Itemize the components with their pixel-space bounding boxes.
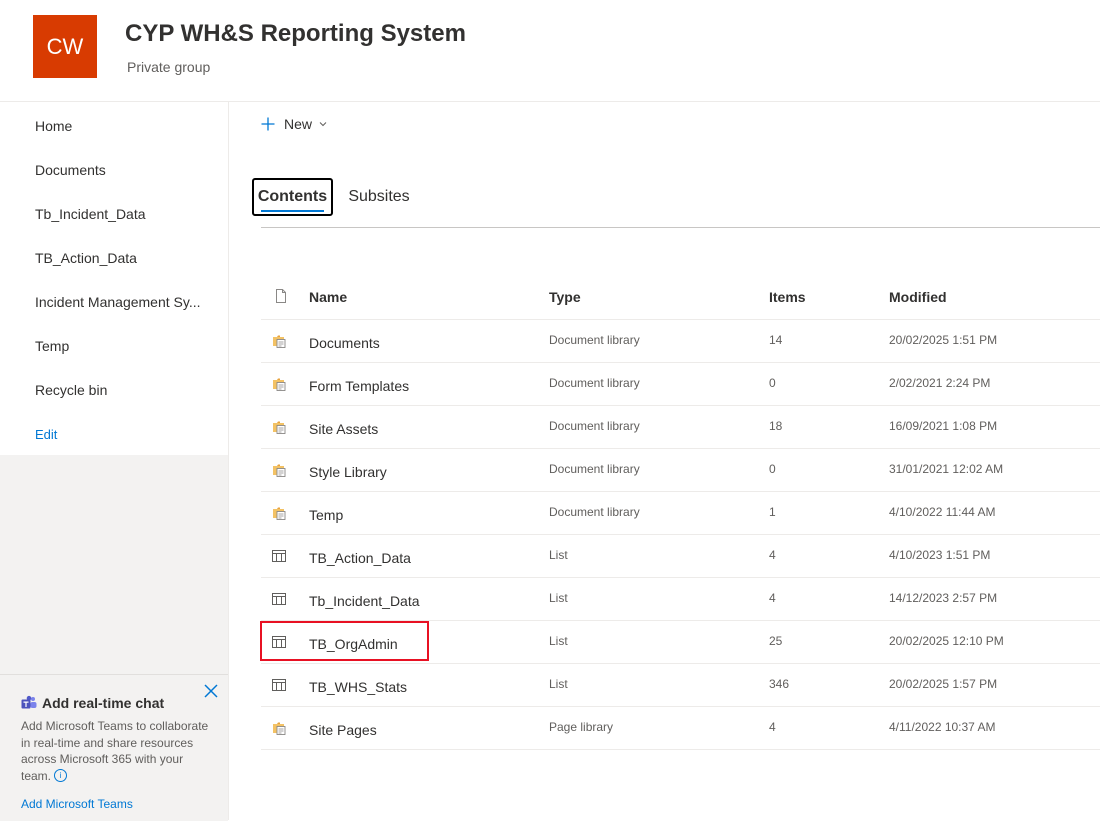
table-row[interactable]: Documents Document library 14 20/02/2025 1:… (261, 319, 1100, 362)
column-header-items[interactable]: Items (769, 289, 806, 305)
item-count: 346 (769, 677, 790, 691)
info-icon[interactable]: i (54, 768, 68, 782)
item-modified: 4/11/2022 10:37 AM (889, 720, 996, 734)
column-header-type[interactable]: Type (549, 289, 581, 305)
table-row[interactable]: Style Library Document library 0 31/01/2021… (261, 448, 1100, 491)
nav-item-recycle-bin[interactable]: Recycle bin (35, 382, 215, 398)
item-modified: 20/02/2025 12:10 PM (889, 634, 1004, 648)
library-icon (273, 378, 286, 391)
item-type: List (549, 634, 568, 648)
nav-item-temp[interactable]: Temp (35, 338, 215, 354)
item-name[interactable]: Style Library (309, 464, 387, 480)
item-type: Document library (549, 419, 640, 433)
item-count: 25 (769, 634, 783, 648)
close-icon[interactable] (203, 683, 219, 699)
teams-icon (21, 695, 37, 709)
item-count: 4 (769, 720, 776, 734)
plus-icon (261, 117, 275, 131)
active-tab-indicator (261, 210, 324, 212)
item-name[interactable]: TB_WHS_Stats (309, 679, 407, 695)
nav-item-tb-incident-data[interactable]: Tb_Incident_Data (35, 206, 215, 222)
item-modified: 31/01/2021 12:02 AM (889, 462, 1004, 476)
item-count: 4 (769, 591, 776, 605)
add-microsoft-teams-link[interactable]: Add Microsoft Teams (21, 797, 133, 811)
item-type: List (549, 548, 568, 562)
new-button-label: New (284, 116, 313, 132)
list-icon (272, 636, 286, 648)
chat-card-title: Add real-time chat (21, 695, 164, 711)
item-modified: 2/02/2021 2:24 PM (889, 376, 991, 390)
chat-card-body: Add Microsoft Teams to collaborate in re… (21, 718, 211, 784)
library-icon (273, 464, 286, 477)
tab-divider (261, 227, 1100, 228)
item-count: 18 (769, 419, 783, 433)
item-name[interactable]: Site Assets (309, 421, 378, 437)
item-modified: 20/02/2025 1:51 PM (889, 333, 998, 347)
site-logo[interactable]: CW (33, 15, 97, 78)
item-count: 0 (769, 376, 776, 390)
left-navigation: Home Documents Tb_Incident_Data TB_Actio… (0, 102, 229, 821)
nav-item-documents[interactable]: Documents (35, 162, 215, 178)
table-row[interactable]: TB_Action_Data List 4 4/10/2023 1:51 PM (261, 534, 1100, 577)
table-row[interactable]: Site Assets Document library 18 16/09/2021 … (261, 405, 1100, 448)
item-name[interactable]: Tb_Incident_Data (309, 593, 420, 609)
table-row[interactable]: Tb_Incident_Data List 4 14/12/2023 2:57 PM (261, 577, 1100, 620)
new-button[interactable]: New (261, 114, 327, 134)
item-name[interactable]: TB_Action_Data (309, 550, 411, 566)
library-icon (273, 507, 286, 520)
site-header: CW CYP WH&S Reporting System Private gro… (0, 0, 1100, 102)
item-name[interactable]: TB_OrgAdmin (309, 636, 398, 652)
item-name[interactable]: Documents (309, 335, 380, 351)
table-bottom-border (261, 749, 1100, 750)
item-count: 14 (769, 333, 783, 347)
tab-contents[interactable]: Contents (252, 178, 333, 216)
library-icon (273, 335, 286, 348)
table-row[interactable]: TB_WHS_Stats List 346 20/02/2025 1:57 PM (261, 663, 1100, 706)
item-name[interactable]: Site Pages (309, 722, 377, 738)
item-count: 0 (769, 462, 776, 476)
nav-list: Home Documents Tb_Incident_Data TB_Actio… (0, 102, 228, 455)
table-row[interactable]: Form Templates Document library 0 2/02/2021… (261, 362, 1100, 405)
item-modified: 4/10/2023 1:51 PM (889, 548, 991, 562)
item-type: Document library (549, 333, 640, 347)
item-modified: 16/09/2021 1:08 PM (889, 419, 998, 433)
nav-edit-link[interactable]: Edit (35, 427, 215, 442)
list-icon (272, 679, 286, 691)
tab-subsites[interactable]: Subsites (344, 178, 414, 216)
item-modified: 14/12/2023 2:57 PM (889, 591, 998, 605)
chat-card-title-text: Add real-time chat (42, 695, 165, 711)
nav-item-home[interactable]: Home (35, 118, 215, 134)
item-count: 4 (769, 548, 776, 562)
table-row[interactable]: TB_OrgAdmin List 25 20/02/2025 12:10 PM (261, 620, 1100, 663)
nav-item-tb-action-data[interactable]: TB_Action_Data (35, 250, 215, 266)
list-icon (272, 593, 286, 605)
item-name[interactable]: Temp (309, 507, 343, 523)
item-modified: 20/02/2025 1:57 PM (889, 677, 998, 691)
tab-subsites-label: Subsites (348, 188, 410, 205)
site-title[interactable]: CYP WH&S Reporting System (125, 20, 466, 48)
column-header-modified[interactable]: Modified (889, 289, 947, 305)
item-count: 1 (769, 505, 776, 519)
file-type-icon[interactable] (273, 288, 289, 304)
item-type: Document library (549, 376, 640, 390)
library-icon (273, 722, 286, 735)
item-type: Page library (549, 720, 614, 734)
teams-chat-card: Add real-time chat Add Microsoft Teams t… (0, 674, 228, 821)
table-row[interactable]: Site Pages Page library 4 4/11/2022 10:37 A… (261, 706, 1100, 749)
nav-item-incident-management[interactable]: Incident Management Sy... (35, 294, 215, 310)
item-type: List (549, 677, 568, 691)
item-type: Document library (549, 505, 640, 519)
site-subtitle: Private group (127, 59, 211, 75)
item-modified: 4/10/2022 11:44 AM (889, 505, 996, 519)
item-type: List (549, 591, 568, 605)
column-header-name[interactable]: Name (309, 289, 347, 305)
item-name[interactable]: Form Templates (309, 378, 409, 394)
item-type: Document library (549, 462, 640, 476)
list-icon (272, 550, 286, 562)
library-icon (273, 421, 286, 434)
tab-contents-label: Contents (257, 188, 328, 205)
chevron-down-icon (319, 122, 327, 127)
table-row[interactable]: Temp Document library 1 4/10/2022 11:44 AM (261, 491, 1100, 534)
chat-card-body-text: Add Microsoft Teams to collaborate in re… (21, 719, 209, 783)
